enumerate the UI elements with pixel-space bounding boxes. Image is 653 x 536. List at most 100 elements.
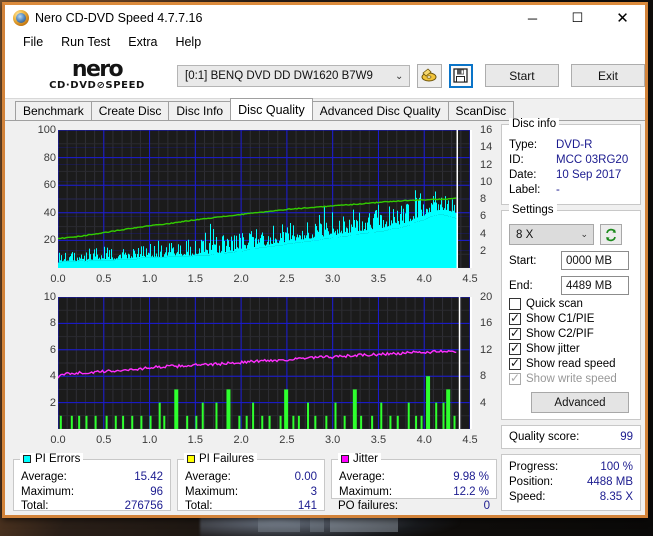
y2-axis-tick-label: 16 (480, 317, 493, 330)
checkbox-row-show-c1-pie[interactable]: Show C1/PIE (509, 311, 633, 325)
pi-errors-title-label: PI Errors (35, 453, 81, 465)
y-axis-tick-label: 100 (37, 124, 56, 136)
tab-benchmark[interactable]: Benchmark (15, 101, 92, 120)
refresh-button[interactable] (600, 224, 622, 245)
x-axis-tick-label: 1.5 (187, 434, 203, 446)
pi-failures-total-label: Total: (185, 500, 213, 512)
pif-jitter-chart: 2 4 6 8 10 4 8 12 16 20 0.0 0.5 1.0 1.5 2.0 2.5 3.0 3.5 4.… (13, 291, 497, 455)
y-axis-tick-label: 60 (43, 179, 56, 192)
pi-errors-plot-area (57, 129, 472, 269)
start-button[interactable]: Start (484, 64, 559, 87)
checkbox-row-show-jitter[interactable]: Show jitter (509, 341, 633, 355)
quality-score-group: Quality score: 99 (501, 425, 641, 449)
menu-item-file[interactable]: File (14, 33, 52, 51)
jitter-color-swatch (341, 455, 349, 463)
show-c1-pie-label: Show C1/PIE (526, 313, 595, 325)
pi-failures-total-value: 141 (297, 500, 317, 512)
menu-item-help[interactable]: Help (166, 33, 210, 51)
show-c2-pif-checkbox[interactable] (509, 326, 521, 340)
tab-disc-quality[interactable]: Disc Quality (230, 98, 313, 120)
disc-info-row: Date: 10 Sep 2017 (502, 168, 640, 183)
drive-select[interactable]: [0:1] BENQ DVD DD DW1620 B7W9 ⌄ (177, 64, 411, 87)
x-axis-tick-label: 3.5 (370, 273, 387, 285)
stat-row: Maximum: 12.2 % (332, 485, 496, 500)
quick-scan-checkbox[interactable] (509, 298, 521, 310)
pi-errors-maximum-value: 96 (150, 485, 163, 498)
pi-errors-total-value: 276756 (124, 500, 163, 512)
y-axis-tick-label: 6 (49, 343, 56, 356)
advanced-button[interactable]: Advanced (531, 392, 629, 413)
y2-axis-tick-label: 20 (480, 291, 493, 303)
quality-score-row: Quality score: 99 (509, 431, 633, 443)
drive-select-value: [0:1] BENQ DVD DD DW1620 B7W9 (185, 69, 373, 82)
y-axis-tick-label: 40 (43, 206, 56, 219)
maximize-button[interactable]: ☐ (555, 5, 600, 31)
jitter-stats-title: Jitter (338, 453, 381, 465)
minimize-button[interactable]: ─ (510, 5, 555, 31)
tab-create-disc[interactable]: Create Disc (90, 101, 170, 120)
checkbox-row-quick-scan[interactable]: Quick scan (509, 298, 633, 310)
jitter-title-label: Jitter (353, 453, 378, 465)
pi-errors-chart: 20 40 60 80 100 2 4 6 8 10 12 14 16 0.0 0.5 1.0 1.5 2.0 2.… (13, 124, 497, 289)
y2-axis-tick-label: 10 (480, 175, 493, 188)
settings-group: Settings 8 X ⌄ Start: 0000 MB End: 4489 … (501, 204, 641, 420)
y-axis-tick-label: 20 (43, 234, 56, 247)
window-controls: ─ ☐ ✕ (510, 5, 645, 31)
eject-disc-button[interactable] (417, 63, 442, 88)
refresh-arrows-icon (606, 228, 616, 241)
tab-disc-info[interactable]: Disc Info (168, 101, 232, 120)
end-input[interactable]: 4489 MB (561, 276, 629, 295)
show-read-speed-checkbox[interactable] (509, 356, 521, 370)
right-panel: Disc info Type: DVD-R ID: MCC 03RG20 Dat… (501, 118, 641, 516)
pi-failures-stats: PI Failures Average: 0.00 Maximum: 3 Tot… (177, 453, 325, 512)
pif-jitter-plot-area (57, 296, 472, 430)
disc-info-row: ID: MCC 03RG20 (502, 153, 640, 168)
checkbox-row-show-read-speed[interactable]: Show read speed (509, 356, 633, 370)
x-axis-tick-label: 1.0 (141, 273, 158, 285)
jitter-maximum-label: Maximum: (339, 485, 393, 498)
show-jitter-checkbox[interactable] (509, 341, 521, 355)
y2-axis-tick-label: 4 (480, 396, 487, 409)
start-input[interactable]: 0000 MB (561, 251, 629, 270)
exit-button[interactable]: Exit (570, 64, 646, 87)
tab-advanced-disc-quality[interactable]: Advanced Disc Quality (311, 101, 449, 120)
tab-scandisc[interactable]: ScanDisc (447, 101, 515, 120)
disc-date-value: 10 Sep 2017 (556, 169, 622, 181)
show-read-speed-label: Show read speed (526, 358, 616, 370)
floppy-save-icon (453, 68, 468, 83)
pi-errors-chart-svg (57, 129, 471, 269)
po-failures-value: 0 (483, 500, 490, 512)
disc-info-row: Type: DVD-R (502, 138, 640, 153)
y-axis-tick-label: 10 (43, 291, 56, 303)
x-axis-tick-label: 2.0 (233, 434, 249, 446)
stat-row: Maximum: 3 (178, 485, 324, 500)
y2-axis-tick-label: 12 (480, 158, 493, 171)
y2-axis-tick-label: 14 (480, 141, 493, 154)
disc-quality-panel: 20 40 60 80 100 2 4 6 8 10 12 14 16 0.0 0.5 1.0 1.5 2.0 2.… (5, 118, 645, 516)
window-title: Nero CD-DVD Speed 4.7.7.16 (35, 11, 203, 25)
close-button[interactable]: ✕ (600, 5, 645, 31)
chevron-down-icon: ⌄ (395, 71, 404, 82)
speed-select[interactable]: 8 X ⌄ (509, 224, 594, 245)
menu-item-extra[interactable]: Extra (119, 33, 166, 51)
nero-logo: nero CD·DVD⊘SPEED (21, 56, 173, 92)
stat-row: Average: 0.00 (178, 470, 324, 485)
y-axis-tick-label: 8 (49, 317, 56, 330)
save-results-button[interactable] (448, 63, 473, 88)
quality-score-value: 99 (620, 431, 633, 443)
y2-axis-tick-label: 8 (480, 193, 487, 205)
checkbox-row-show-c2-pif[interactable]: Show C2/PIF (509, 326, 633, 340)
speed-select-value: 8 X (516, 228, 534, 241)
show-c1-pie-checkbox[interactable] (509, 311, 521, 325)
x-axis-tick-label: 0.0 (50, 434, 66, 446)
show-write-speed-label: Show write speed (526, 373, 617, 385)
pi-errors-stats-title: PI Errors (20, 453, 84, 465)
menu-item-run-test[interactable]: Run Test (52, 33, 119, 51)
disc-label-value: - (556, 184, 560, 196)
x-axis-tick-label: 2.5 (279, 434, 295, 446)
nero-wordmark: nero (71, 56, 124, 82)
position-value: 4488 MB (586, 476, 633, 488)
pi-failures-stats-title: PI Failures (184, 453, 257, 465)
charts-column: 20 40 60 80 100 2 4 6 8 10 12 14 16 0.0 0.5 1.0 1.5 2.0 2.… (13, 124, 497, 455)
pi-errors-maximum-label: Maximum: (21, 485, 75, 498)
